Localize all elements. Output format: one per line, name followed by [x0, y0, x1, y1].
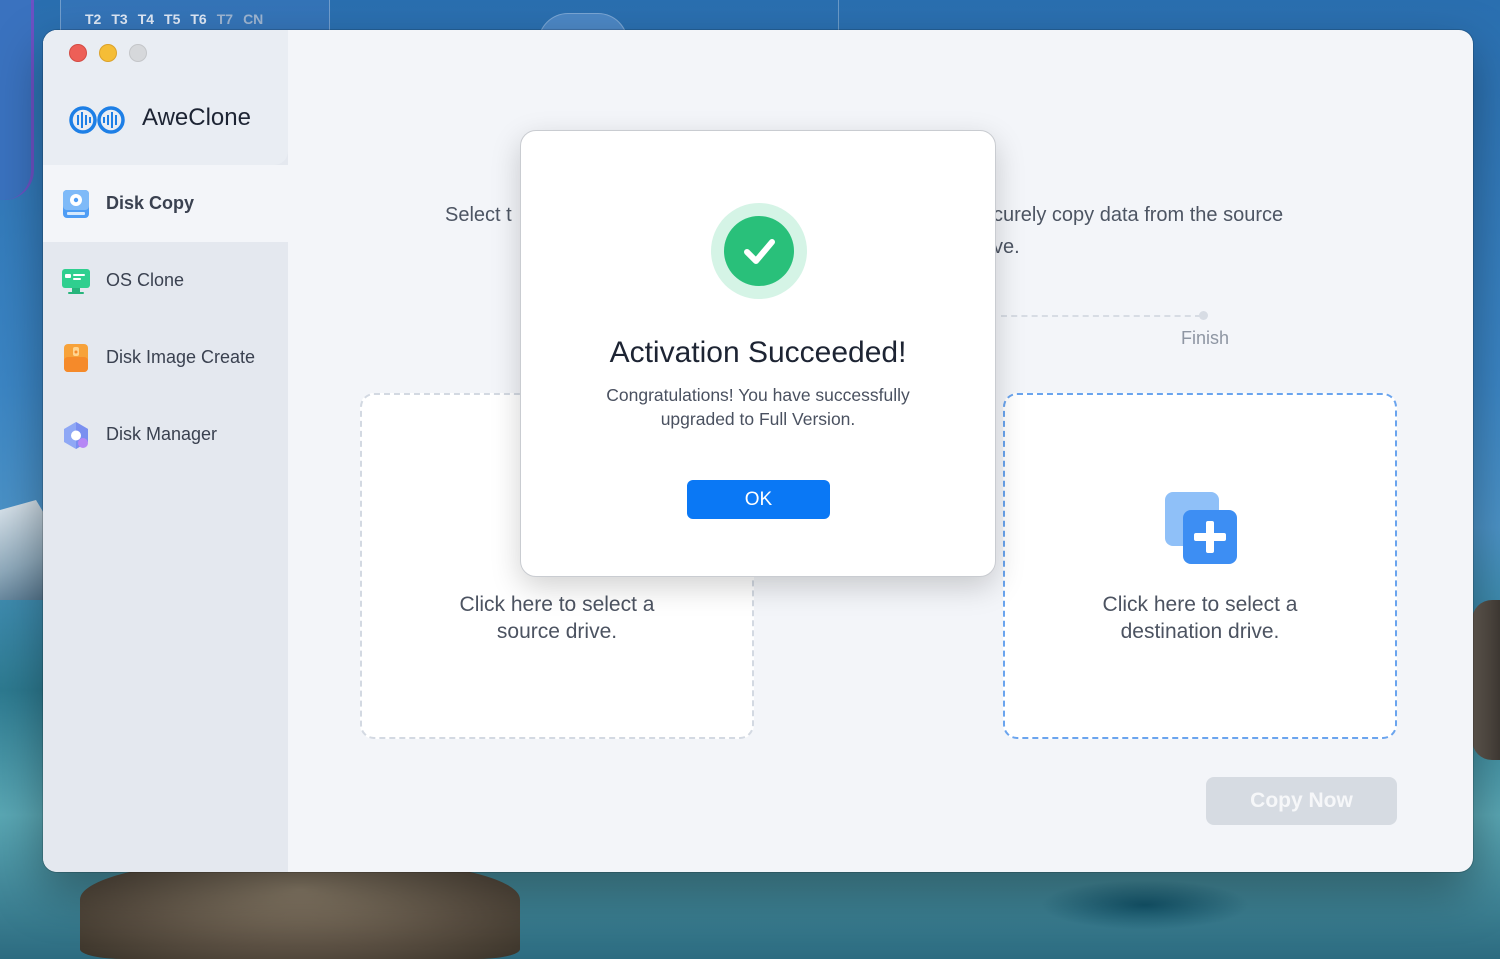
destination-drive-selector[interactable]: Click here to select a destination drive…: [1003, 393, 1397, 739]
aweclone-logo-icon: [69, 106, 125, 134]
source-text-line: Click here to select a: [459, 593, 655, 616]
sidebar-item-disk-copy[interactable]: Disk Copy: [43, 165, 288, 242]
dest-text-line: destination drive.: [1120, 620, 1280, 643]
sidebar-item-disk-manager[interactable]: Disk Manager: [43, 396, 288, 473]
desktop-water: [1040, 880, 1250, 930]
success-check-circle: [724, 216, 794, 286]
checkmark-icon: [744, 239, 775, 264]
sidebar-item-disk-image-create[interactable]: Disk Image Create: [43, 319, 288, 396]
disk-image-icon: [64, 343, 88, 372]
dialog-message: Congratulations! You have successfully u…: [561, 383, 955, 431]
dialog-message-line: upgraded to Full Version.: [660, 409, 856, 429]
bg-tab: CN: [243, 11, 264, 27]
sidebar-item-label: Disk Manager: [106, 424, 218, 444]
source-drive-text: Click here to select a source drive.: [362, 591, 752, 645]
desktop-window-edge: [0, 0, 34, 200]
bg-tab: T4: [137, 11, 155, 27]
ok-button[interactable]: OK: [687, 480, 830, 519]
desktop-rock: [1472, 600, 1500, 760]
sidebar: AweClone Disk Copy OS Clone Disk Image C…: [43, 30, 288, 872]
dialog-title: Activation Succeeded!: [609, 336, 907, 369]
dest-text-line: Click here to select a: [1102, 593, 1298, 616]
description-text-start: Select t: [445, 204, 512, 226]
description-text-end-2: ve.: [993, 236, 1020, 258]
sidebar-item-os-clone[interactable]: OS Clone: [43, 242, 288, 319]
window-controls: [69, 44, 147, 62]
background-divider: [838, 0, 839, 30]
step-finish-label: Finish: [1181, 328, 1230, 348]
desktop-rock-bottom: [80, 860, 520, 959]
sidebar-item-label: Disk Image Create: [106, 347, 256, 367]
add-drive-icon: [1165, 492, 1237, 564]
sidebar-item-label: Disk Copy: [106, 193, 195, 213]
close-button[interactable]: [69, 44, 87, 62]
bg-tab: T3: [111, 11, 128, 27]
bg-tab: T6: [190, 11, 207, 27]
description-text-end-1: curely copy data from the source: [993, 204, 1284, 226]
step-dot: [1199, 311, 1208, 320]
dialog-message-line: Congratulations! You have successfully: [606, 385, 910, 405]
brand-header: AweClone: [43, 30, 288, 165]
disk-manager-icon: [64, 421, 88, 449]
bg-tab: T7: [216, 11, 234, 27]
bg-tab: T5: [164, 11, 181, 27]
source-text-line: source drive.: [496, 620, 618, 643]
background-app-tabs: T2 T3 T4 T5 T6 T7 CN: [60, 0, 330, 30]
copy-now-button[interactable]: Copy Now: [1206, 777, 1397, 825]
bg-tab: T2: [85, 11, 102, 27]
step-progress-line: [1001, 315, 1201, 317]
app-name: AweClone: [142, 104, 251, 131]
activation-dialog: Activation Succeeded! Congratulations! Y…: [520, 130, 996, 577]
sidebar-item-label: OS Clone: [106, 270, 185, 290]
zoom-button[interactable]: [129, 44, 147, 62]
os-clone-icon: [62, 268, 90, 294]
minimize-button[interactable]: [99, 44, 117, 62]
app-window: AweClone Disk Copy OS Clone Disk Image C…: [43, 30, 1473, 872]
success-badge: [711, 203, 807, 299]
disk-copy-icon: [63, 189, 89, 218]
destination-drive-text: Click here to select a destination drive…: [1005, 591, 1395, 645]
